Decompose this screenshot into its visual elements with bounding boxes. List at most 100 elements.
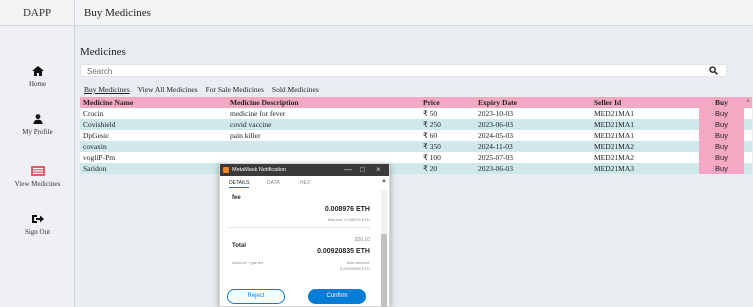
cell-price: ₹ 60 (423, 131, 438, 140)
buy-button[interactable]: Buy (699, 130, 744, 141)
tab-data[interactable]: DATA (267, 180, 280, 186)
tab-view-all-medicines[interactable]: View All Medicines (134, 84, 202, 96)
table-header-row: Medicine Name Medicine Description Price… (80, 97, 752, 108)
buy-button[interactable]: Buy (699, 119, 744, 130)
cell-expiry-date: 2024-05-03 (478, 131, 513, 140)
reject-button[interactable]: Reject (227, 289, 285, 304)
max-amount-label: Max amount: (346, 260, 370, 265)
total-usd: $26.10 (354, 237, 370, 243)
total-eth: 0.00920835 ETH (317, 248, 370, 255)
brand-logo[interactable]: DAPP (0, 0, 75, 26)
table-row: covaxin ₹ 350 2024-11-03 MED21MA2 Buy (80, 141, 752, 152)
cell-expiry-date: 2024-11-03 (478, 142, 513, 151)
sidebar-item-sign-out[interactable]: Sign Out (0, 214, 75, 236)
medicines-icon (0, 166, 75, 176)
metamask-titlebar: MetaMask Notification — □ × (220, 164, 389, 176)
metamask-notification-window: MetaMask Notification — □ × DETAILS DATA… (219, 163, 390, 307)
header-medicine-description: Medicine Description (230, 98, 299, 107)
cell-medicine-name: DpGesic (83, 131, 110, 140)
tab-details[interactable]: DETAILS (229, 180, 250, 188)
table-row: Saridon ₹ 20 2023-06-03 MED21MA3 Buy (80, 163, 752, 174)
cell-medicine-name: Crocin (83, 109, 104, 118)
medicines-table: Medicine Name Medicine Description Price… (80, 97, 752, 174)
sign-out-icon (0, 214, 75, 224)
metamask-title: MetaMask Notification (232, 167, 287, 173)
minimize-button[interactable]: — (344, 165, 352, 174)
cell-expiry-date: 2023-06-03 (478, 120, 513, 129)
header-price: Price (423, 98, 440, 107)
confirm-button[interactable]: Confirm (308, 289, 366, 304)
fee-label: fee (232, 195, 241, 201)
total-label: Total (232, 243, 246, 249)
tab-buy-medicines[interactable]: Buy Medicines (80, 84, 134, 96)
search-bar (80, 64, 727, 77)
table-row: Crocin medicine for fever ₹ 50 2023-10-0… (80, 108, 752, 119)
buy-button[interactable]: Buy (699, 152, 744, 163)
close-button[interactable]: × (376, 165, 381, 174)
cell-seller-id: MED21MA1 (594, 120, 635, 129)
metamask-fox-icon (223, 167, 229, 173)
maximize-button[interactable]: □ (360, 165, 365, 174)
scroll-up-arrow-icon[interactable]: ▲ (381, 178, 387, 184)
cell-price: ₹ 20 (423, 164, 438, 173)
header-medicine-name: Medicine Name (83, 98, 134, 107)
search-input[interactable] (87, 66, 647, 76)
table-row: DpGesic pain killer ₹ 60 2024-05-03 MED2… (80, 130, 752, 141)
scroll-up-arrow-icon[interactable]: ▲ (745, 98, 751, 104)
tab-for-sale-medicines[interactable]: For Sale Medicines (202, 84, 268, 96)
cell-seller-id: MED21MA2 (594, 142, 635, 151)
amount-gas-label: Amount + gas fee (232, 260, 264, 265)
buy-button[interactable]: Buy (699, 163, 744, 174)
buy-button[interactable]: Buy (699, 108, 744, 119)
sidebar-item-view-medicines[interactable]: View Medicines (0, 166, 75, 188)
page-heading: Buy Medicines (84, 7, 151, 19)
metamask-tabs: DETAILS DATA HEX (220, 176, 380, 188)
cell-price: ₹ 100 (423, 153, 441, 162)
search-icon[interactable] (709, 66, 718, 77)
cell-expiry-date: 2023-06-03 (478, 164, 513, 173)
cell-medicine-description: medicine for fever (230, 109, 286, 118)
cell-seller-id: MED21MA2 (594, 153, 635, 162)
sidebar-item-label: Home (28, 80, 47, 88)
sidebar-item-label: View Medicines (14, 180, 61, 188)
divider (229, 227, 370, 228)
buy-button[interactable]: Buy (699, 141, 744, 152)
home-icon (0, 66, 75, 76)
header-buy: Buy (699, 97, 744, 108)
cell-medicine-name: vogliP-Pm (83, 153, 116, 162)
sidebar-item-my-profile[interactable]: My Profile (0, 114, 75, 136)
max-amount: 0.00920835 ETH (339, 266, 370, 271)
cell-expiry-date: 2023-10-03 (478, 109, 513, 118)
cell-seller-id: MED21MA1 (594, 109, 635, 118)
sidebar-item-label: My Profile (22, 128, 53, 136)
sidebar-item-home[interactable]: Home (0, 66, 75, 88)
sidebar: Home My Profile View Medicines Sign Out (0, 26, 75, 307)
table-row: vogliP-Pm ₹ 100 2025-07-03 MED21MA2 Buy (80, 152, 752, 163)
cell-price: ₹ 350 (423, 142, 441, 151)
cell-medicine-description: covid vaccine (230, 120, 272, 129)
table-row: Covishield covid vaccine ₹ 250 2023-06-0… (80, 119, 752, 130)
cell-seller-id: MED21MA3 (594, 164, 635, 173)
top-bar: DAPP Buy Medicines (0, 0, 753, 26)
main-content: Medicines Buy Medicines View All Medicin… (77, 26, 753, 307)
header-seller-id: Seller Id (594, 98, 622, 107)
metamask-scrollbar-thumb[interactable] (381, 234, 387, 307)
cell-price: ₹ 250 (423, 120, 441, 129)
metamask-details: fee 0.008976 ETH Max fee: 0.008976 ETH $… (220, 190, 380, 307)
cell-medicine-name: covaxin (83, 142, 107, 151)
tab-sold-medicines[interactable]: Sold Medicines (268, 84, 323, 96)
user-icon (0, 114, 75, 124)
cell-expiry-date: 2025-07-03 (478, 153, 513, 162)
header-expiry-date: Expiry Date (478, 98, 517, 107)
tab-bar: Buy Medicines View All Medicines For Sal… (80, 84, 323, 96)
cell-medicine-name: Saridon (83, 164, 107, 173)
cell-medicine-description: pain killer (230, 131, 261, 140)
max-fee: Max fee: 0.008976 ETH (327, 217, 370, 222)
cell-price: ₹ 50 (423, 109, 438, 118)
tab-hex[interactable]: HEX (300, 180, 310, 186)
fee-eth: 0.008976 ETH (324, 206, 370, 213)
cell-medicine-name: Covishield (83, 120, 116, 129)
sidebar-item-label: Sign Out (24, 228, 51, 236)
cell-seller-id: MED21MA1 (594, 131, 635, 140)
section-title: Medicines (80, 46, 126, 58)
